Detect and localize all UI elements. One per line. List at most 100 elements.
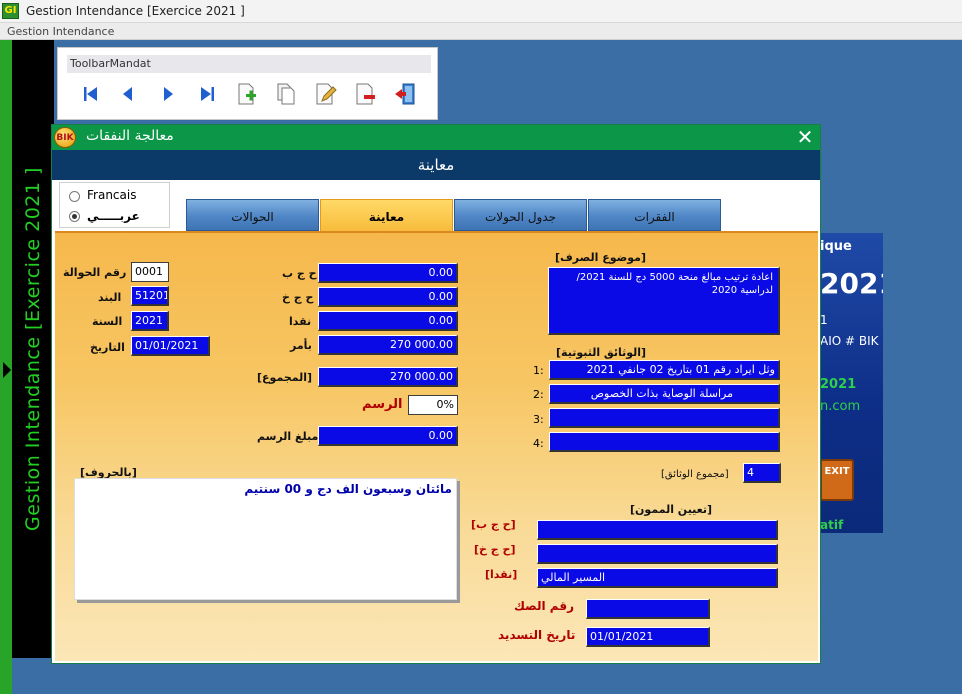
document-field-3[interactable] [549, 408, 780, 428]
exit-button[interactable] [393, 82, 417, 106]
tax-amount-label: مبلغ الرسم [257, 430, 319, 443]
sidebar-vertical-title: Gestion Intendance [Exercice 2021 ] [12, 40, 54, 658]
window-titlebar: GI Gestion Intendance [Exercice 2021 ] [0, 0, 962, 23]
ccq-label: ح ج خ [282, 291, 314, 304]
total-field[interactable]: 270 000.00 [318, 367, 458, 387]
tax-amount-field[interactable]: 0.00 [318, 426, 458, 446]
mandate-number-label: رقم الحوالة [63, 266, 127, 279]
year-field[interactable]: 2021 [131, 311, 169, 331]
cheque-number-field[interactable] [586, 599, 710, 619]
next-icon [164, 87, 173, 101]
delete-record-icon [356, 83, 375, 105]
toolbar-mandat: ToolbarMandat [57, 47, 438, 120]
ccq-amount-field[interactable]: 0.00 [318, 287, 458, 307]
toolbar-title: ToolbarMandat [67, 55, 431, 73]
banner-year: 2021 [820, 267, 883, 300]
supplier-ccp-field[interactable] [537, 520, 778, 540]
supplier-cash-field[interactable]: المسير المالي [537, 568, 778, 588]
chapter-label: البند [98, 291, 122, 304]
last-record-button[interactable] [195, 82, 219, 106]
banner-text: ique [820, 239, 852, 254]
doc-number-1: 1: [533, 364, 544, 377]
edit-record-button[interactable] [313, 82, 337, 106]
doc-number-3: 3: [533, 413, 544, 426]
motif-field[interactable]: اعادة ترتيب مبالغ منحة 5000 دج للسنة 202… [548, 267, 780, 335]
doc-number-2: 2: [533, 388, 544, 401]
supplier-cash-label: [نقدا] [485, 568, 518, 581]
doc-number-4: 4: [533, 437, 544, 450]
cash-label: نقدا [289, 315, 312, 328]
payment-date-field[interactable]: 01/01/2021 [586, 627, 710, 647]
exit-door-icon [395, 83, 415, 105]
delete-record-button[interactable] [353, 82, 377, 106]
prev-record-button[interactable] [116, 82, 140, 106]
document-field-1[interactable]: وثل ايراد رقم 01 بتاريخ 02 جانفي 2021 [549, 360, 780, 380]
window-title: Gestion Intendance [Exercice 2021 ] [26, 4, 245, 18]
menubar: Gestion Intendance [0, 23, 962, 40]
document-field-2[interactable]: مراسلة الوصاية بذات الخصوص [549, 384, 780, 404]
banner-exit-icon: EXIT [820, 459, 854, 501]
tax-rate-field[interactable]: 0% [408, 395, 458, 415]
first-record-button[interactable] [79, 82, 103, 106]
last-icon [201, 87, 214, 101]
documents-total-label: [مجموع الوثائق] [661, 469, 729, 480]
payment-date-label: تاريخ التسديد [498, 628, 576, 642]
motif-label: [موضوع الصرف] [555, 251, 646, 264]
radio-arabic[interactable] [69, 211, 80, 222]
expense-dialog: BIK معالجة النفقات ✕ معاينة Francais عرب… [51, 124, 821, 664]
close-icon[interactable]: ✕ [794, 126, 816, 148]
language-selector: Francais عربـــــي [59, 182, 170, 228]
radio-francais[interactable] [69, 191, 80, 202]
ccp-label: ح ج ب [282, 267, 317, 280]
mandate-number-field[interactable]: 0001 [131, 262, 169, 282]
banner-line3: 1 [820, 313, 828, 327]
date-label: التاريخ [90, 341, 125, 354]
supplier-ccq-field[interactable] [537, 544, 778, 564]
banner-exit-label: EXIT [824, 466, 850, 477]
background-splash-banner: ique 2021 1 AIO # BIK 2021 n.com EXIT at… [812, 233, 883, 533]
cash-amount-field[interactable]: 0.00 [318, 311, 458, 331]
banner-green-year: 2021 [820, 377, 857, 392]
tab-mandates[interactable]: الحوالات [186, 199, 319, 231]
cheque-number-label: رقم الصك [514, 599, 574, 613]
menu-gestion-intendance[interactable]: Gestion Intendance [7, 25, 114, 38]
total-label: [المجموع] [257, 371, 313, 384]
supplier-label: [تعيين الممون] [630, 503, 713, 516]
radio-francais-label[interactable]: Francais [87, 188, 136, 202]
supplier-ccp-label: [ح ج ب] [471, 518, 516, 531]
dialog-titlebar: BIK معالجة النفقات ✕ [52, 125, 820, 150]
chapter-field[interactable]: 51201 [131, 286, 169, 306]
copy-record-icon [277, 83, 295, 105]
copy-record-button[interactable] [274, 82, 298, 106]
amount-in-words-box[interactable]: مائتان وسبعون الف دج و 00 سنتيم [74, 478, 457, 600]
app-icon: GI [2, 3, 19, 19]
amount-in-words-text: مائتان وسبعون الف دج و 00 سنتيم [244, 482, 452, 496]
ccp-amount-field[interactable]: 0.00 [318, 263, 458, 283]
tab-transfers-table[interactable]: جدول الحولات [454, 199, 587, 231]
add-record-icon [238, 83, 256, 105]
preview-form: 0001 رقم الحوالة 51201 البند 2021 السنة … [55, 231, 818, 661]
date-field[interactable]: 01/01/2021 [131, 336, 210, 356]
collapse-arrow-icon[interactable] [3, 362, 11, 378]
edit-record-icon [316, 83, 337, 105]
banner-version: atif Version [820, 518, 871, 533]
year-label: السنة [92, 315, 123, 328]
documents-label: [الوثائق الثبوتية] [556, 346, 647, 359]
radio-arabic-label[interactable]: عربـــــي [87, 209, 140, 223]
sidebar-title-text: Gestion Intendance [Exercice 2021 ] [22, 167, 44, 531]
tab-preview[interactable]: معاينة [320, 199, 453, 233]
dialog-title: معالجة النفقات [86, 128, 174, 144]
bik-logo-icon: BIK [54, 127, 76, 148]
document-field-4[interactable] [549, 432, 780, 452]
order-label: بأمر [290, 339, 312, 352]
banner-site: n.com [820, 399, 861, 414]
tab-paragraphs[interactable]: الفقرات [588, 199, 721, 231]
next-record-button[interactable] [156, 82, 180, 106]
dialog-header: معاينة [52, 150, 820, 180]
order-amount-field[interactable]: 270 000.00 [318, 335, 458, 355]
supplier-ccq-label: [ح ج خ] [474, 543, 516, 556]
first-icon [84, 87, 97, 101]
banner-line4: AIO # BIK [820, 334, 879, 348]
documents-total-field[interactable]: 4 [743, 463, 781, 483]
add-record-button[interactable] [234, 82, 258, 106]
